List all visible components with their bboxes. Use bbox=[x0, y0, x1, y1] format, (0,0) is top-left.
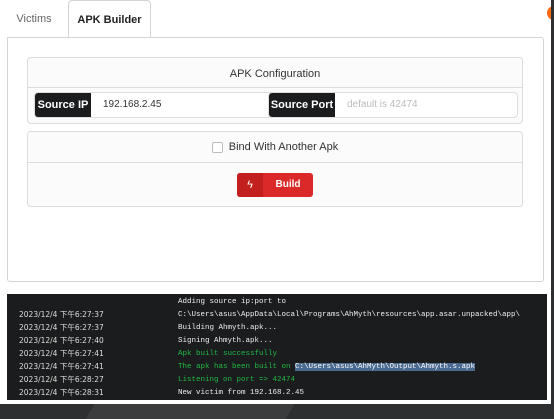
bolt-icon: ϟ bbox=[237, 173, 263, 197]
source-ip-input[interactable]: 192.168.2.45 bbox=[103, 93, 161, 117]
source-port-input[interactable]: default is 42474 bbox=[347, 93, 418, 117]
source-ip-field[interactable]: Source IP 192.168.2.45 bbox=[34, 92, 285, 118]
bind-apk-option[interactable]: Bind With Another Apk bbox=[28, 132, 522, 162]
source-port-field[interactable]: Source Port default is 42474 bbox=[268, 92, 518, 118]
log-message: C:\Users\asus\AppData\Local\Programs\AhM… bbox=[178, 311, 521, 319]
log-message: Listening on port => 42474 bbox=[178, 376, 296, 384]
divider bbox=[28, 87, 522, 88]
log-message-text: The apk has been built on bbox=[178, 363, 296, 371]
output-path: C:\Users\asus\AhMyth\Output\Ahmyth.s.apk bbox=[295, 363, 476, 371]
tab-bar: Victims APK Builder bbox=[0, 0, 554, 39]
build-button[interactable]: ϟ Build bbox=[237, 173, 313, 197]
log-timestamp: 2023/12/4 下午6:27:37 bbox=[19, 323, 104, 332]
divider bbox=[28, 162, 522, 163]
log-message: New victim from 192.168.2.45 bbox=[178, 389, 305, 397]
source-ip-label: Source IP bbox=[35, 93, 91, 117]
log-timestamp: 2023/12/4 下午6:27:37 bbox=[19, 310, 104, 319]
build-log-console: Adding source ip:port to 2023/12/4 下午6:2… bbox=[7, 294, 547, 400]
apk-configuration-section: APK Configuration Source IP 192.168.2.45… bbox=[27, 57, 523, 124]
log-message: Signing Ahmyth.apk... bbox=[178, 337, 273, 345]
log-timestamp: 2023/12/4 下午6:27:41 bbox=[19, 349, 104, 358]
bind-apk-checkbox[interactable] bbox=[211, 141, 223, 153]
log-timestamp: 2023/12/4 下午6:27:41 bbox=[19, 362, 104, 371]
bind-apk-label: Bind With Another Apk bbox=[228, 141, 339, 153]
bind-build-section: Bind With Another Apk ϟ Build bbox=[27, 131, 523, 207]
source-port-label: Source Port bbox=[269, 93, 335, 117]
log-timestamp: 2023/12/4 下午6:28:31 bbox=[19, 388, 104, 397]
build-button-label: Build bbox=[275, 179, 301, 190]
log-message: Apk built successfully bbox=[178, 350, 278, 358]
log-message: Adding source ip:port to bbox=[178, 298, 287, 306]
log-message: Building Ahmyth.apk... bbox=[178, 324, 278, 332]
log-timestamp: 2023/12/4 下午6:27:40 bbox=[19, 336, 104, 345]
tab-victims[interactable]: Victims bbox=[0, 0, 68, 38]
apk-configuration-title: APK Configuration bbox=[229, 68, 321, 80]
tab-apk-builder[interactable]: APK Builder bbox=[68, 0, 151, 39]
log-message: The apk has been built on C:\Users\asus\… bbox=[178, 361, 476, 373]
log-timestamp: 2023/12/4 下午6:28:27 bbox=[19, 375, 104, 384]
taskbar-strip bbox=[0, 404, 554, 419]
